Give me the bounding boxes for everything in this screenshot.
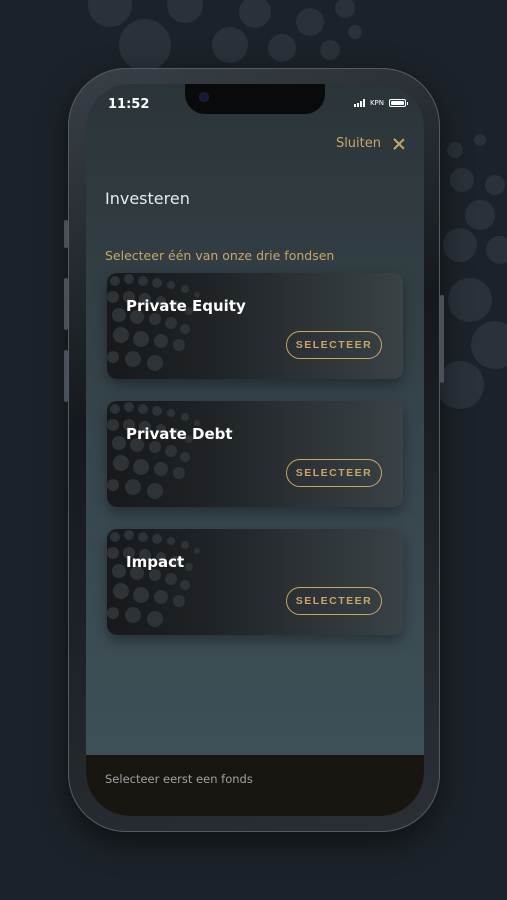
signal-icon [353,99,365,107]
phone-volume-up [64,278,68,330]
fund-card-title: Private Equity [126,297,246,315]
select-private-debt-button[interactable]: SELECTEER [286,459,382,487]
page-title: Investeren [105,189,190,208]
phone-power-button [440,295,444,383]
fund-card-impact[interactable]: Impact SELECTEER [107,529,403,635]
footer-bar: Selecteer eerst een fonds [86,755,424,816]
footer-hint: Selecteer eerst een fonds [105,772,253,786]
carrier-name: KPN [369,99,384,107]
phone-mute-switch [64,220,68,248]
close-icon [393,138,404,149]
camera-icon [199,92,209,102]
page-subtitle: Selecteer één van onze drie fondsen [105,248,335,263]
select-private-equity-button[interactable]: SELECTEER [286,331,382,359]
select-impact-button[interactable]: SELECTEER [286,587,382,615]
fund-card-title: Impact [126,553,185,571]
card-dot-pattern [107,274,200,371]
fund-card-title: Private Debt [126,425,233,443]
close-label: Sluiten [335,136,381,151]
battery-icon [389,99,408,107]
status-time: 11:52 [108,97,150,112]
phone-notch [185,84,325,114]
card-dot-pattern [107,402,200,499]
card-dot-pattern [107,530,200,627]
app-screen: 11:52 KPN Sluiten Investeren Selecteer é… [86,84,424,816]
close-button[interactable]: Sluiten [336,136,404,151]
fund-card-private-debt[interactable]: Private Debt SELECTEER [107,401,403,507]
fund-card-private-equity[interactable]: Private Equity SELECTEER [107,273,403,379]
status-indicators: KPN [353,99,408,107]
phone-volume-down [64,350,68,402]
